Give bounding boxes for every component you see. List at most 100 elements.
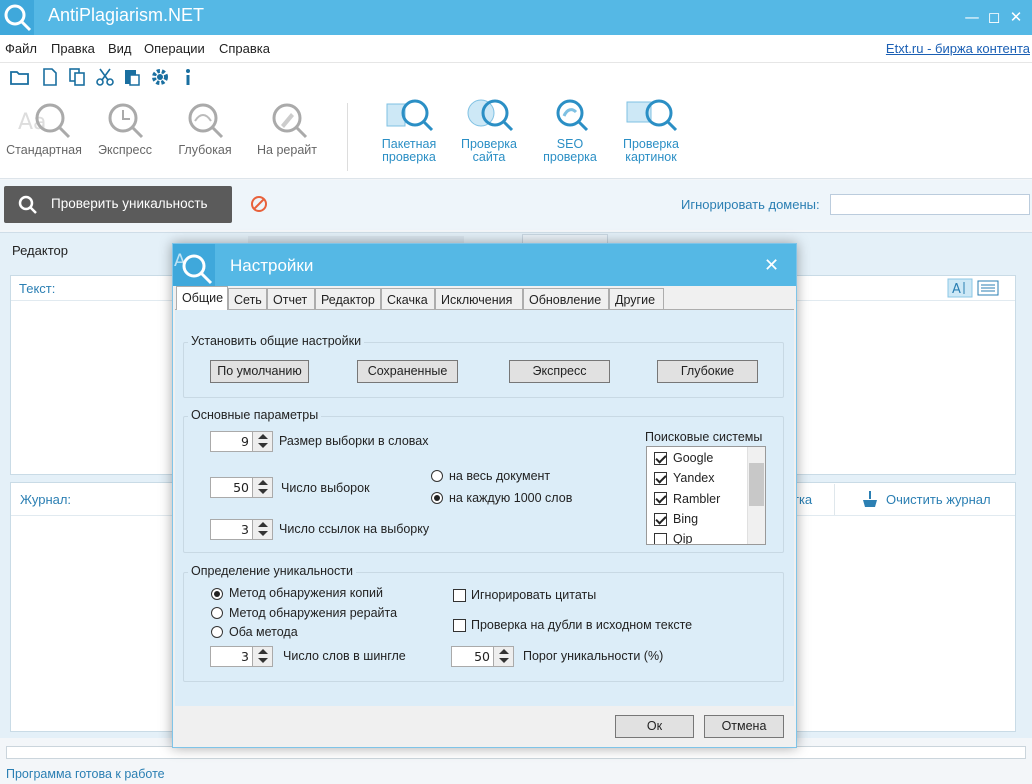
cancel-button[interactable]: Отмена bbox=[704, 715, 784, 738]
paste-icon[interactable] bbox=[122, 67, 142, 87]
express-check-icon bbox=[108, 103, 144, 139]
engine-qip-checkbox[interactable] bbox=[654, 533, 667, 544]
check-uniqueness-button[interactable]: Проверить уникальность bbox=[4, 186, 232, 223]
menu-view[interactable]: Вид bbox=[108, 41, 132, 56]
app-title: AntiPlagiarism.NET bbox=[48, 5, 205, 25]
scope-per-1000-radio[interactable] bbox=[431, 492, 443, 504]
sample-size-arrows[interactable] bbox=[252, 432, 272, 451]
close-window-button[interactable]: ✕ bbox=[1006, 6, 1026, 28]
dialog-logo-icon: A bbox=[173, 244, 215, 286]
check-duplicates-checkbox[interactable] bbox=[453, 619, 466, 632]
journal-toolbar-separator bbox=[834, 484, 835, 515]
method-rewrite-label: Метод обнаружения рерайта bbox=[229, 606, 398, 620]
shingle-arrows[interactable] bbox=[252, 647, 272, 666]
open-folder-icon[interactable] bbox=[10, 67, 30, 87]
standard-check-button[interactable]: Aa Стандартная bbox=[6, 101, 82, 157]
method-copies-radio[interactable] bbox=[211, 588, 223, 600]
shingle-stepper[interactable]: 3 bbox=[210, 646, 273, 667]
tab-editor-settings[interactable]: Редактор bbox=[315, 288, 381, 310]
tab-report[interactable]: Отчет bbox=[267, 288, 315, 310]
engine-bing-checkbox[interactable] bbox=[654, 513, 667, 526]
new-doc-icon[interactable] bbox=[40, 67, 60, 87]
tab-download[interactable]: Скачка bbox=[381, 288, 435, 310]
general-settings-title: Установить общие настройки bbox=[188, 334, 365, 348]
engines-scrollbar[interactable] bbox=[747, 447, 765, 544]
image-check-icon bbox=[626, 99, 678, 132]
search-engines-list[interactable]: Google Yandex Rambler Bing Qip bbox=[646, 446, 766, 545]
scope-whole-doc-radio[interactable] bbox=[431, 470, 443, 482]
tab-general[interactable]: Общие bbox=[176, 286, 228, 310]
menu-operations[interactable]: Операции bbox=[144, 41, 205, 56]
site-check-label-2: сайта bbox=[472, 150, 506, 164]
ignore-domains-label: Игнорировать домены: bbox=[681, 197, 820, 212]
status-text: Программа готова к работе bbox=[6, 767, 165, 781]
threshold-arrows[interactable] bbox=[493, 647, 513, 666]
dialog-close-icon[interactable]: ✕ bbox=[764, 255, 779, 276]
seo-check-label-2: проверка bbox=[543, 150, 597, 164]
links-per-sample-stepper[interactable]: 3 bbox=[210, 519, 273, 540]
sample-count-arrows[interactable] bbox=[252, 478, 272, 497]
method-both-radio[interactable] bbox=[211, 626, 223, 638]
tab-editor[interactable]: Редактор bbox=[12, 243, 68, 258]
sample-count-stepper[interactable]: 50 bbox=[210, 477, 273, 498]
sample-size-value: 9 bbox=[241, 434, 249, 449]
settings-icon[interactable] bbox=[150, 67, 170, 87]
ignore-quotes-checkbox[interactable] bbox=[453, 589, 466, 602]
engines-scroll-thumb[interactable] bbox=[749, 463, 764, 506]
deep-check-label: Глубокая bbox=[178, 143, 232, 157]
standard-check-icon: Aa bbox=[18, 103, 71, 139]
site-check-button[interactable]: Проверка сайта bbox=[454, 96, 524, 164]
batch-check-icon bbox=[386, 99, 434, 132]
maximize-button[interactable]: ◻ bbox=[984, 6, 1004, 28]
menu-edit[interactable]: Правка bbox=[51, 41, 95, 56]
deep-preset-button[interactable]: Глубокие bbox=[657, 360, 758, 383]
clear-journal-button[interactable]: Очистить журнал bbox=[886, 492, 991, 507]
links-per-sample-arrows[interactable] bbox=[252, 520, 272, 539]
seo-check-icon bbox=[556, 99, 589, 132]
stop-icon[interactable] bbox=[250, 195, 268, 213]
etxt-link[interactable]: Etxt.ru - биржа контента bbox=[886, 41, 1030, 56]
copy-icon[interactable] bbox=[67, 67, 87, 87]
sample-size-label: Размер выборки в словах bbox=[279, 434, 429, 448]
links-per-sample-label: Число ссылок на выборку bbox=[279, 522, 430, 536]
info-icon[interactable] bbox=[178, 67, 198, 87]
site-check-icon bbox=[467, 99, 514, 132]
image-check-button[interactable]: Проверка картинок bbox=[616, 96, 686, 164]
batch-check-label-2: проверка bbox=[382, 150, 436, 164]
threshold-label: Порог уникальности (%) bbox=[523, 649, 664, 663]
engine-google-checkbox[interactable] bbox=[654, 452, 667, 465]
threshold-stepper[interactable]: 50 bbox=[451, 646, 514, 667]
ok-button[interactable]: Ок bbox=[615, 715, 694, 738]
search-icon bbox=[18, 195, 37, 214]
links-per-sample-value: 3 bbox=[241, 522, 249, 537]
engine-rambler-checkbox[interactable] bbox=[654, 492, 667, 505]
menu-help[interactable]: Справка bbox=[219, 41, 270, 56]
method-rewrite-radio[interactable] bbox=[211, 607, 223, 619]
tab-other[interactable]: Другие bbox=[609, 288, 664, 310]
saved-button[interactable]: Сохраненные bbox=[357, 360, 458, 383]
minimize-button[interactable]: — bbox=[962, 6, 982, 28]
ignore-domains-input[interactable] bbox=[830, 194, 1030, 215]
check-uniqueness-label: Проверить уникальность bbox=[51, 196, 208, 211]
sample-size-stepper[interactable]: 9 bbox=[210, 431, 273, 452]
list-view-icon[interactable] bbox=[977, 280, 999, 296]
standard-check-label: Стандартная bbox=[6, 143, 82, 157]
defaults-button[interactable]: По умолчанию bbox=[210, 360, 309, 383]
scope-whole-doc-label: на весь документ bbox=[449, 469, 551, 483]
dialog-footer bbox=[173, 707, 796, 747]
tab-exclusions[interactable]: Исключения bbox=[435, 288, 523, 310]
express-check-button[interactable]: Экспресс bbox=[92, 101, 158, 157]
express-preset-button[interactable]: Экспресс bbox=[509, 360, 610, 383]
tab-update[interactable]: Обновление bbox=[523, 288, 609, 310]
rewrite-check-button[interactable]: На рерайт bbox=[252, 101, 322, 157]
batch-check-button[interactable]: Пакетная проверка bbox=[374, 96, 444, 164]
engine-yandex-label: Yandex bbox=[673, 471, 715, 485]
font-format-icon[interactable]: A bbox=[947, 278, 973, 298]
seo-check-button[interactable]: SEO проверка bbox=[535, 96, 605, 164]
tab-network[interactable]: Сеть bbox=[228, 288, 267, 310]
cut-icon[interactable] bbox=[95, 67, 115, 87]
deep-check-button[interactable]: Глубокая bbox=[172, 101, 238, 157]
menu-file[interactable]: Файл bbox=[5, 41, 37, 56]
image-check-label-2: картинок bbox=[625, 150, 677, 164]
engine-yandex-checkbox[interactable] bbox=[654, 472, 667, 485]
